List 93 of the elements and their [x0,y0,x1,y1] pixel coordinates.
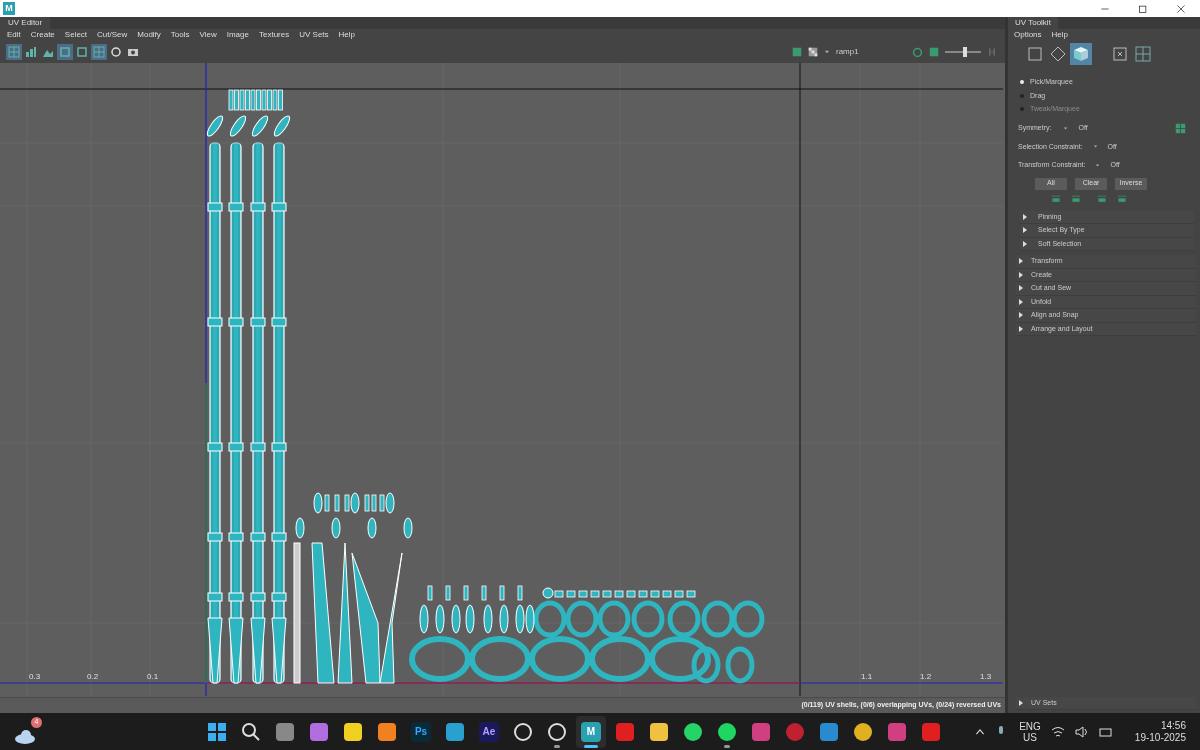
app-logo: M [3,2,15,15]
app-icon [887,721,907,742]
clock-date[interactable]: 19-10-2025 [1134,731,1186,744]
slider-thumb[interactable] [962,47,967,57]
menu-item[interactable]: Cut/Sew [97,29,128,41]
app-label: Ps [411,721,431,742]
menu-item[interactable]: Tools [170,29,190,41]
app-icon [683,721,703,742]
chevron-up-icon[interactable] [975,726,986,737]
panel-tab[interactable]: UV Toolkit [1008,17,1058,29]
texture-name[interactable]: ramp1 [836,46,906,58]
running-indicator [554,744,560,748]
app-icon [377,721,397,742]
menu-item[interactable]: View [199,29,217,41]
dots-icon [1111,45,1129,63]
app-icon [921,721,941,742]
app-icon [343,721,363,742]
menu-item[interactable]: Options [1014,29,1042,41]
taskbar-app-button[interactable]: Ae [474,715,504,748]
expand-arrow-icon [1018,699,1023,706]
grid-icon [92,45,106,59]
toolbar-button[interactable] [23,44,39,60]
align-icon[interactable] [1097,193,1107,204]
align-icon[interactable] [1051,193,1061,204]
panel-tab[interactable]: UV Editor [0,17,51,29]
toolbar-button[interactable] [108,44,124,60]
app-icon [445,721,465,742]
app-icon [819,721,839,742]
app-icon [309,721,329,742]
app-icon [513,721,533,742]
menu-item[interactable]: Help [338,29,355,41]
axis-label: 0.3 [29,673,41,681]
cloud-icon [14,729,36,744]
menu-item[interactable]: Edit [7,29,21,41]
uv-canvas[interactable]: 0.3 0.2 0.1 1.1 1.2 1.3 [0,63,1005,697]
align-icon[interactable] [1071,193,1081,204]
recycle-icon[interactable] [912,46,923,58]
maximize-icon[interactable] [1138,3,1148,14]
windows-icon [208,722,226,741]
menu-item[interactable]: UV Sets [299,29,329,41]
axis-label: 1.3 [980,673,992,681]
frame-icon [58,45,72,59]
dropdown-caret-icon[interactable] [1092,144,1098,150]
grid-icon [1134,45,1152,63]
bars-icon [24,45,38,59]
close-icon[interactable] [1176,3,1186,14]
app-icon [615,721,635,742]
axis-label: 0.1 [147,673,159,681]
menu-item[interactable]: Image [226,29,249,41]
dropdown-caret-icon[interactable] [1063,125,1069,131]
region-text[interactable]: US [1023,731,1037,743]
frame-icon [75,45,89,59]
app-icon [717,721,737,742]
diamond-icon [1049,45,1067,63]
dot-icon [109,45,123,59]
language-text[interactable]: ENG [1019,720,1041,732]
image-icon[interactable] [929,47,939,57]
radio-button[interactable] [1020,80,1024,85]
clock-time[interactable]: 14:56 [1160,719,1186,732]
symmetry-icon[interactable] [1175,122,1186,134]
menu-item[interactable]: Modify [137,29,161,41]
search-icon [241,721,261,742]
align-icon[interactable] [1117,193,1127,204]
wifi-icon[interactable] [1050,724,1065,739]
grid-icon [7,45,21,59]
app-icon [853,721,873,742]
app-icon [785,721,805,742]
app-label: Ae [479,721,499,742]
app-icon [649,721,669,742]
menu-item[interactable]: Select [64,29,88,41]
taskbar-app-button[interactable]: Ps [406,715,436,748]
axis-label: 1.2 [920,673,932,681]
menu-item[interactable]: Create [30,29,55,41]
menu-item[interactable]: Help [1051,29,1069,41]
cube-icon [1072,45,1090,63]
running-indicator [584,744,598,748]
dropdown-caret-icon[interactable] [1095,162,1101,168]
running-indicator [724,744,730,748]
toolbar-button[interactable] [74,44,90,60]
speaker-icon[interactable] [1074,724,1089,739]
dropdown-caret-icon[interactable] [824,49,830,55]
mode-button[interactable] [1132,43,1154,65]
app-label: M [581,721,601,742]
axis-label: 1.1 [861,673,873,681]
mode-button[interactable] [1070,43,1092,65]
image-icon[interactable] [792,47,802,57]
checker-icon[interactable] [808,47,818,57]
axis-label: 0.2 [87,673,99,681]
app-icon [547,721,567,742]
menu-item[interactable]: Textures [258,29,290,41]
app-icon [751,721,771,742]
app-icon [275,721,295,742]
square-icon [1026,45,1044,63]
